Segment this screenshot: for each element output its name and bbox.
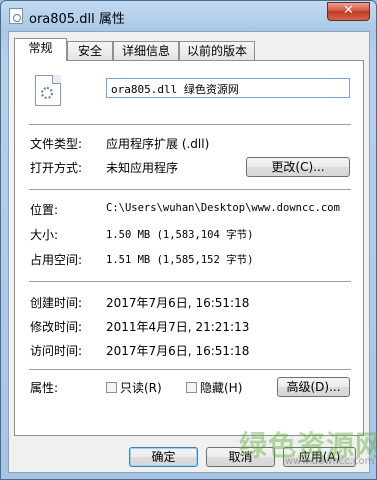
- attributes-label: 属性:: [30, 381, 59, 395]
- dll-file-gear-icon: [35, 75, 61, 106]
- divider: [29, 189, 351, 190]
- file-type-value: 应用程序扩展 (.dll): [106, 137, 210, 151]
- change-button[interactable]: 更改(C)...: [246, 157, 350, 177]
- file-type-label: 文件类型:: [30, 137, 83, 151]
- divider: [29, 281, 351, 282]
- modified-value: 2011年4月7日, 21:21:13: [106, 320, 250, 334]
- opens-with-value: 未知应用程序: [106, 161, 179, 175]
- tab-details[interactable]: 详细信息: [113, 41, 179, 60]
- size-on-disk-value: 1.51 MB (1,585,152 字节): [106, 254, 254, 266]
- divider: [29, 369, 351, 370]
- location-label: 位置:: [30, 203, 59, 217]
- created-value: 2017年7月6日, 16:51:18: [106, 296, 250, 310]
- cancel-button[interactable]: 取消: [206, 447, 275, 467]
- tab-previous-versions[interactable]: 以前的版本: [179, 41, 255, 60]
- hidden-checkbox[interactable]: [186, 382, 197, 393]
- file-name-input[interactable]: ora805.dll 绿色资源网: [106, 78, 350, 98]
- title-bar[interactable]: ora805.dll 属性 ✕: [1, 1, 376, 31]
- location-value: C:\Users\wuhan\Desktop\www.downcc.com: [106, 202, 340, 214]
- advanced-button[interactable]: 高级(D)...: [277, 377, 350, 397]
- gear-icon: [41, 87, 53, 99]
- tab-general[interactable]: 常规: [14, 38, 67, 61]
- size-label: 大小:: [30, 228, 59, 242]
- created-label: 创建时间:: [30, 296, 83, 310]
- apply-button[interactable]: 应用(A): [283, 447, 356, 467]
- hidden-label[interactable]: 隐藏(H): [200, 379, 242, 396]
- properties-dialog: ora805.dll 属性 ✕ 常规 安全 详细信息 以前的版本 ora805.…: [0, 0, 377, 480]
- readonly-label[interactable]: 只读(R): [120, 379, 162, 396]
- general-panel: ora805.dll 绿色资源网 文件类型: 应用程序扩展 (.dll) 打开方…: [14, 60, 364, 436]
- accessed-value: 2017年7月6日, 16:51:18: [106, 344, 250, 358]
- opens-with-label: 打开方式:: [30, 161, 83, 175]
- tab-security[interactable]: 安全: [67, 41, 113, 60]
- ok-button[interactable]: 确定: [129, 447, 198, 467]
- dll-file-icon: [9, 8, 23, 24]
- window-title: ora805.dll 属性: [29, 12, 125, 27]
- readonly-checkbox[interactable]: [106, 382, 117, 393]
- modified-label: 修改时间:: [30, 320, 83, 334]
- dialog-body: 常规 安全 详细信息 以前的版本 ora805.dll 绿色资源网 文件类型: …: [8, 31, 370, 473]
- close-button[interactable]: ✕: [327, 2, 370, 21]
- accessed-label: 访问时间:: [30, 344, 83, 358]
- divider: [29, 124, 351, 125]
- size-value: 1.50 MB (1,583,104 字节): [106, 229, 254, 241]
- size-on-disk-label: 占用空间:: [30, 253, 83, 267]
